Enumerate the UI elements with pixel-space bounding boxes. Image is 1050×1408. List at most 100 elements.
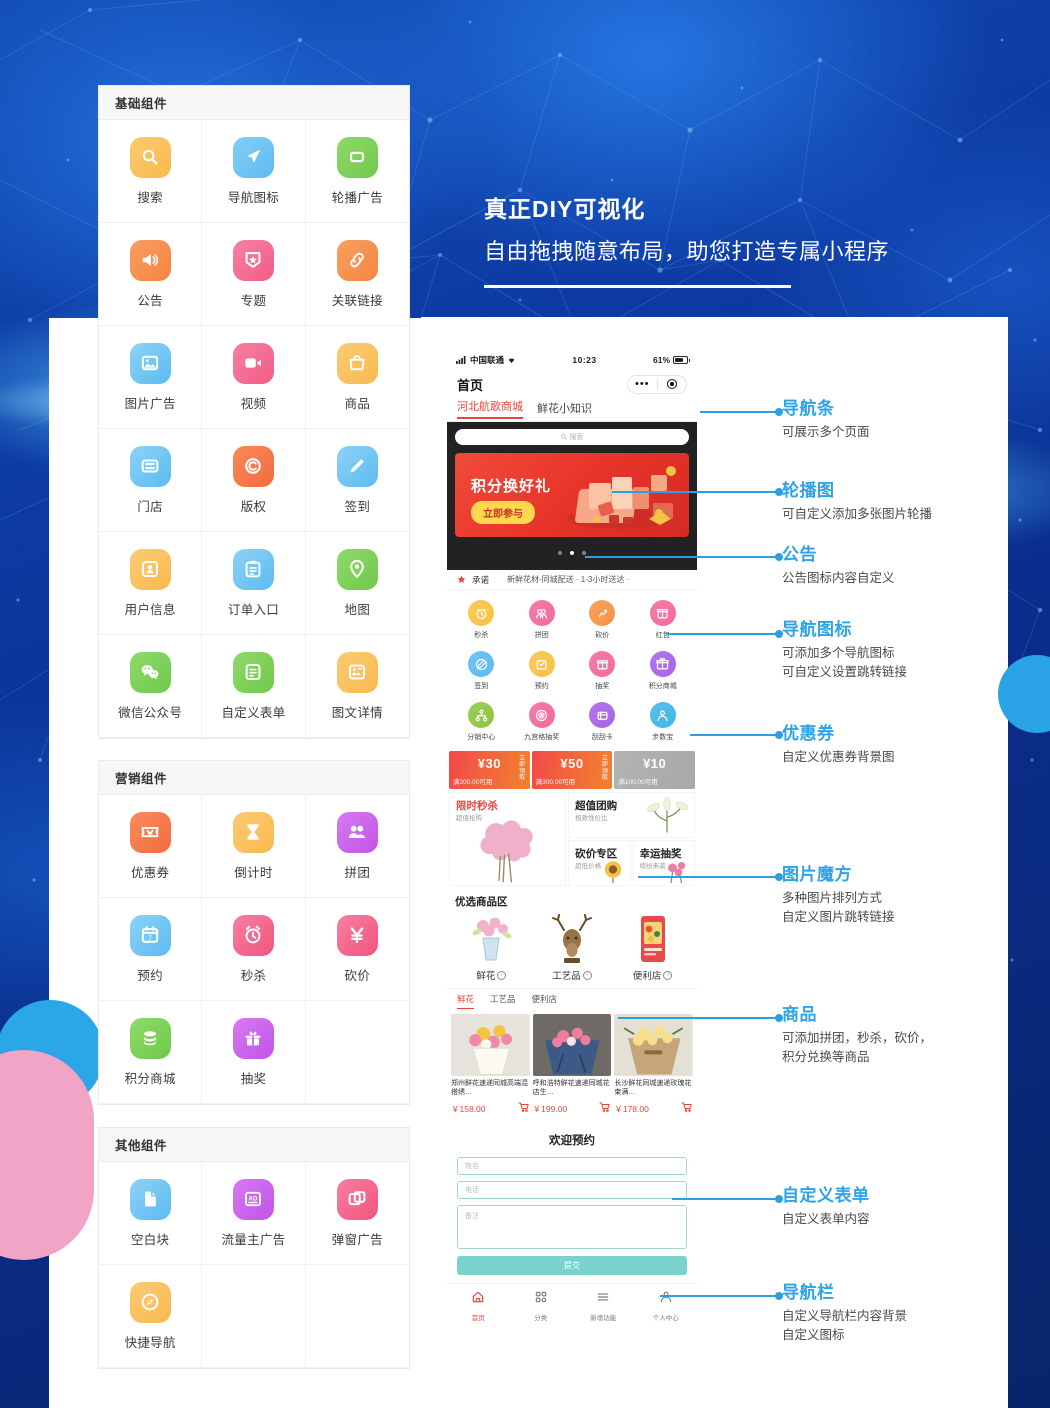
component-item[interactable]: 关联链接 [305, 223, 409, 326]
phone-search-placeholder: 搜索 [569, 434, 584, 441]
coupon-card[interactable]: ¥30 满200.00可用 立即领取 [449, 751, 530, 789]
component-item[interactable]: 7 预约 [99, 898, 203, 1001]
image-cube-section[interactable]: 限时秒杀 超值抢购 超值团购 极致性价比 砍价专区 超低价格 幸运抽奖 缤纷来袭 [447, 792, 697, 886]
phone-tab[interactable]: 鲜花小知识 [537, 400, 592, 419]
component-item[interactable]: 空白块 [99, 1162, 203, 1265]
component-item-label: 流量主广告 [221, 1232, 286, 1247]
annotation-title: 自定义表单 [782, 1186, 870, 1205]
carousel-dot[interactable] [557, 551, 562, 555]
goods-category-tab[interactable]: 工艺品 [490, 993, 516, 1009]
nav-icon-item[interactable]: 拼团 [512, 596, 573, 645]
phone-page-tabs[interactable]: 河北航歌商城 鲜花小知识 [447, 398, 697, 422]
component-item[interactable]: 视频 [202, 326, 306, 429]
carousel-dot[interactable] [582, 551, 587, 555]
add-to-cart-icon[interactable] [599, 1100, 611, 1118]
goods-zone-item[interactable]: 鲜花 › [451, 914, 532, 982]
bottom-tabbar[interactable]: 首页 分类 新增功能 个人中心 [447, 1283, 697, 1330]
cube-tile-groupbuy[interactable]: 超值团购 极致性价比 [568, 792, 695, 838]
tabbar-item-新增功能[interactable]: 新增功能 [572, 1290, 635, 1322]
coupon-card[interactable]: ¥50 满300.00可用 立即领取 [531, 751, 613, 789]
navigation-icon-grid[interactable]: 秒杀 拼团 砍价 红包签到 预约 抽奖 积分商城分销中心 九宫格抽奖 刮刮卡 步数宝 [447, 590, 697, 751]
nav-icon-item[interactable]: 抽奖 [572, 647, 633, 696]
product-list[interactable]: 郑州鲜花速递同城高端混搭绣… ￥158.00 呼和浩特鲜花速递同城花店生… ￥199.… [447, 1009, 697, 1120]
form-submit-button[interactable]: 提交 [457, 1256, 687, 1275]
component-item[interactable]: 公告 [99, 223, 203, 326]
component-item[interactable]: 抽奖 [202, 1001, 306, 1104]
phone-search-bar[interactable]: 搜索 [455, 429, 689, 445]
custom-form[interactable]: 姓名 电话 备注 提交 [447, 1157, 697, 1283]
form-note-textarea[interactable]: 备注 [457, 1205, 687, 1249]
coupon-claim-button[interactable]: 立即领取 [601, 756, 608, 781]
carousel-dot-active[interactable] [570, 551, 574, 555]
nav-icon-item[interactable]: 步数宝 [633, 698, 694, 747]
component-item[interactable]: 商品 [305, 326, 409, 429]
coupon-card[interactable]: ¥10 满100.00可用 [614, 751, 696, 789]
goods-category-tab[interactable]: 便利店 [532, 993, 558, 1009]
component-item[interactable]: 拼团 [305, 795, 409, 898]
component-item[interactable]: 搜索 [99, 120, 203, 223]
nav-icon-item[interactable]: 分销中心 [451, 698, 512, 747]
component-item[interactable]: 导航图标 [202, 120, 306, 223]
add-to-cart-icon[interactable] [681, 1100, 693, 1118]
nav-icon-item[interactable]: 预约 [512, 647, 573, 696]
component-item[interactable]: 砍价 [305, 898, 409, 1001]
cube-tile-lottery[interactable]: 幸运抽奖 缤纷来袭 [632, 840, 695, 886]
form-name-input[interactable]: 姓名 [457, 1157, 687, 1175]
nav-icon-item[interactable]: 刮刮卡 [572, 698, 633, 747]
search-icon [129, 136, 171, 178]
component-item[interactable]: 地图 [305, 532, 409, 635]
goods-zone-item[interactable]: 便利店 › [612, 914, 693, 982]
annotation-desc: 公告图标内容自定义 [782, 571, 895, 585]
goods-category-tab[interactable]: 鲜花 [457, 993, 475, 1009]
component-item[interactable]: 专题 [202, 223, 306, 326]
nav-icon-item[interactable]: 秒杀 [451, 596, 512, 645]
goods-zone-row[interactable]: 鲜花 › 工艺品 › 便利店 › [447, 914, 697, 988]
carousel-banner[interactable]: 积分换好礼 立即参与 [455, 453, 689, 537]
nav-icon-item[interactable]: 砍价 [572, 596, 633, 645]
form-phone-input[interactable]: 电话 [457, 1181, 687, 1199]
annotation-desc: 自定义表单内容 [782, 1212, 870, 1226]
coupon-claim-button[interactable]: 立即领取 [519, 756, 526, 781]
component-item[interactable]: 优惠券 [99, 795, 203, 898]
nav-icon-label: 刮刮卡 [591, 734, 613, 741]
nav-icon-item[interactable]: 红包 [633, 596, 694, 645]
nav-icon-item[interactable]: 签到 [451, 647, 512, 696]
phone-tab[interactable]: 河北航歌商城 [457, 398, 523, 419]
component-item[interactable]: 版权 [202, 429, 306, 532]
goods-category-tabs[interactable]: 鲜花 工艺品 便利店 [447, 988, 697, 1009]
component-item[interactable]: 门店 [99, 429, 203, 532]
wechat-capsule-menu[interactable]: ••• [627, 374, 687, 394]
nav-icon-item[interactable]: 九宫格抽奖 [512, 698, 573, 747]
add-to-cart-icon[interactable] [518, 1100, 530, 1118]
component-item-label: 积分商城 [124, 1071, 176, 1086]
component-item[interactable]: 弹窗广告 [305, 1162, 409, 1265]
component-item[interactable]: 订单入口 [202, 532, 306, 635]
component-item[interactable]: 自定义表单 [202, 635, 306, 738]
close-target-icon[interactable] [658, 379, 687, 389]
component-item[interactable]: 微信公众号 [99, 635, 203, 738]
banner-cta-button[interactable]: 立即参与 [471, 501, 535, 524]
product-card[interactable]: 郑州鲜花速递同城高端混搭绣… ￥158.00 [451, 1014, 530, 1118]
component-item[interactable]: 倒计时 [202, 795, 306, 898]
cube-tile-bargain[interactable]: 砍价专区 超低价格 [568, 840, 631, 886]
component-item[interactable]: 用户信息 [99, 532, 203, 635]
cube-tile-seckill[interactable]: 限时秒杀 超值抢购 [449, 792, 567, 886]
goods-zone-item[interactable]: 工艺品 › [532, 914, 613, 982]
tabbar-item-首页[interactable]: 首页 [447, 1290, 510, 1322]
product-card[interactable]: 长沙鲜花同城速递玫瑰花束满… ￥178.00 [614, 1014, 693, 1118]
component-item-label: 优惠券 [130, 865, 170, 880]
nav-icon-item[interactable]: 积分商城 [633, 647, 694, 696]
component-item[interactable]: AD 流量主广告 [202, 1162, 306, 1265]
component-item[interactable]: 图文详情 [305, 635, 409, 738]
component-item[interactable]: 秒杀 [202, 898, 306, 1001]
announcement-bar[interactable]: 承诺 新鲜花材-同城配送 · 1-3小时送达 · [447, 570, 697, 590]
component-item[interactable]: 图片广告 [99, 326, 203, 429]
tabbar-item-分类[interactable]: 分类 [510, 1290, 573, 1322]
component-item[interactable]: 积分商城 [99, 1001, 203, 1104]
component-item[interactable]: 快捷导航 [99, 1265, 203, 1368]
more-dots-icon[interactable]: ••• [628, 378, 657, 390]
product-card[interactable]: 呼和浩特鲜花速递同城花店生… ￥199.00 [532, 1014, 612, 1118]
component-item[interactable]: 轮播广告 [305, 120, 409, 223]
component-item[interactable]: 签到 [305, 429, 409, 532]
coupon-row[interactable]: ¥30 满200.00可用 立即领取 ¥50 满300.00可用 立即领取 ¥10 满100.… [447, 751, 697, 792]
